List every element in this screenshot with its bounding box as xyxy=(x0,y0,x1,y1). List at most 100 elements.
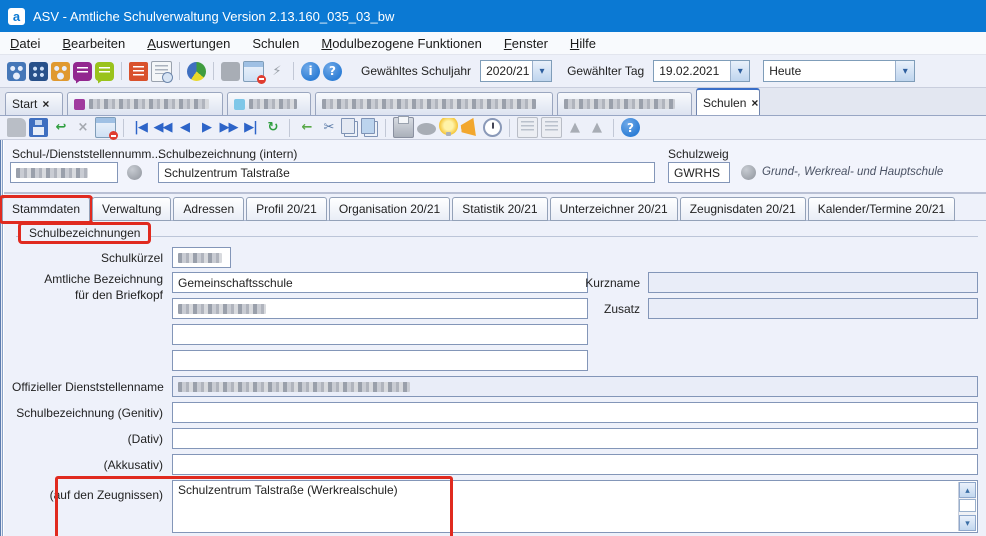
dativ-field[interactable] xyxy=(172,428,978,449)
scroll-down-icon[interactable]: ▾ xyxy=(959,515,976,531)
separator xyxy=(0,192,986,194)
undo-icon[interactable]: ↩ xyxy=(51,118,70,137)
menu-datei[interactable]: Datei xyxy=(10,36,40,51)
journal-disabled-2-icon[interactable] xyxy=(541,117,562,138)
users-group-icon[interactable] xyxy=(7,62,26,81)
genitiv-field[interactable] xyxy=(172,402,978,423)
briefkopf-field-3[interactable] xyxy=(172,324,588,345)
redacted-value xyxy=(178,304,266,314)
chevron-down-icon[interactable]: ▾ xyxy=(730,61,749,81)
report-red-icon[interactable] xyxy=(129,62,148,81)
stamp-disabled-icon[interactable] xyxy=(221,62,240,81)
info-dot-icon[interactable] xyxy=(127,165,142,180)
previous-record-icon[interactable]: ◀ xyxy=(175,118,194,137)
main-toolbar: ⚡i? Gewähltes Schuljahr 2020/21 ▾ Gewähl… xyxy=(0,55,986,88)
fast-backward-icon[interactable]: ◀◀ xyxy=(153,118,172,137)
help-icon[interactable]: ? xyxy=(621,118,640,137)
schoolyear-select[interactable]: 2020/21 ▾ xyxy=(480,60,552,82)
day-select[interactable]: 19.02.2021 ▾ xyxy=(653,60,750,82)
next-record-icon[interactable]: ▶ xyxy=(197,118,216,137)
cut-icon[interactable]: ✂ xyxy=(319,118,338,137)
tab-redacted-3[interactable] xyxy=(315,92,553,115)
menu-fenster[interactable]: Fenster xyxy=(504,36,548,51)
briefkopf-field-1[interactable]: Gemeinschaftsschule xyxy=(172,272,588,293)
info-dot-icon[interactable] xyxy=(741,165,756,180)
print-icon[interactable] xyxy=(393,117,414,138)
delete-disabled-icon[interactable]: × xyxy=(73,118,92,137)
toolbar-separator xyxy=(293,62,294,80)
fast-forward-icon[interactable]: ▶▶ xyxy=(219,118,238,137)
tab-redacted-1[interactable] xyxy=(67,92,223,115)
subtab-adressen[interactable]: Adressen xyxy=(173,197,244,221)
tab-redacted-2[interactable] xyxy=(227,92,311,115)
redacted-tab-label xyxy=(564,99,675,109)
new-record-disabled-icon[interactable] xyxy=(7,118,26,137)
close-tab-icon[interactable]: × xyxy=(42,97,49,111)
close-module-icon[interactable] xyxy=(243,61,264,82)
branch-field[interactable]: GWRHS xyxy=(668,162,730,183)
scroll-up-icon[interactable]: ▴ xyxy=(959,482,976,498)
subtab-zeugnisdaten-20-21[interactable]: Zeugnisdaten 20/21 xyxy=(680,197,806,221)
staff-group-icon[interactable] xyxy=(51,62,70,81)
subtab-wrap: Organisation 20/21 xyxy=(329,197,450,221)
school-building-icon[interactable] xyxy=(29,62,48,81)
help-icon[interactable]: ? xyxy=(323,62,342,81)
schulkuerzel-field[interactable] xyxy=(172,247,231,268)
statistics-pie-icon[interactable] xyxy=(187,62,206,81)
subtab-statistik-20-21[interactable]: Statistik 20/21 xyxy=(452,197,547,221)
menu-schulen[interactable]: Schulen xyxy=(252,36,299,51)
menu-modulbezogene-funktionen[interactable]: Modulbezogene Funktionen xyxy=(321,36,481,51)
quick-action-disabled-icon[interactable]: ⚡ xyxy=(267,62,286,81)
subtab-wrap: Kalender/Termine 20/21 xyxy=(808,197,955,221)
copy-icon[interactable] xyxy=(341,118,355,134)
vertical-scrollbar[interactable]: ▴ ▾ xyxy=(958,482,976,531)
scrollbar-thumb[interactable] xyxy=(959,499,976,512)
first-record-icon[interactable]: |◀ xyxy=(131,118,150,137)
upload-disabled-1-icon[interactable]: ▲ xyxy=(565,118,584,137)
briefkopf-field-4[interactable] xyxy=(172,350,588,371)
paste-icon[interactable] xyxy=(361,118,375,134)
tab-bar: Start× Schulen× xyxy=(0,88,986,116)
reminder-clock-icon[interactable] xyxy=(483,118,502,137)
subtab-organisation-20-21[interactable]: Organisation 20/21 xyxy=(329,197,450,221)
subtab-profil-20-21[interactable]: Profil 20/21 xyxy=(246,197,327,221)
subtab-kalender-termine-20-21[interactable]: Kalender/Termine 20/21 xyxy=(808,197,955,221)
announce-horn-icon[interactable] xyxy=(460,117,481,138)
info-icon[interactable]: i xyxy=(301,62,320,81)
briefkopf-field-2[interactable] xyxy=(172,298,588,319)
subtab-unterzeichner-20-21[interactable]: Unterzeichner 20/21 xyxy=(550,197,678,221)
subtab-stammdaten[interactable]: Stammdaten xyxy=(2,197,90,222)
note-purple-icon[interactable] xyxy=(73,62,92,81)
upload-disabled-2-icon[interactable]: ▲ xyxy=(587,118,606,137)
school-name-field[interactable]: Schulzentrum Talstraße xyxy=(158,162,655,183)
menu-hilfe[interactable]: Hilfe xyxy=(570,36,596,51)
close-tab-icon[interactable]: × xyxy=(751,96,758,110)
export-disabled-icon[interactable] xyxy=(417,123,436,135)
menu-auswertungen[interactable]: Auswertungen xyxy=(147,36,230,51)
chevron-down-icon[interactable]: ▾ xyxy=(895,61,914,81)
akkusativ-field[interactable] xyxy=(172,454,978,475)
tab-redacted-4[interactable] xyxy=(557,92,692,115)
tab-schulen[interactable]: Schulen× xyxy=(696,88,760,115)
refresh-icon[interactable]: ↻ xyxy=(263,118,282,137)
kurzname-field[interactable] xyxy=(648,272,978,293)
tab-start[interactable]: Start× xyxy=(5,92,63,115)
zusatz-field[interactable] xyxy=(648,298,978,319)
tip-bulb-icon[interactable] xyxy=(439,118,458,137)
navigate-back-icon[interactable]: ← xyxy=(297,118,316,137)
day-preset-select[interactable]: Heute ▾ xyxy=(763,60,915,82)
school-name-label: Schulbezeichnung (intern) xyxy=(158,147,297,161)
note-green-icon[interactable] xyxy=(95,62,114,81)
planner-journal-icon[interactable] xyxy=(151,61,172,82)
dienststellenname-field[interactable] xyxy=(172,376,978,397)
detach-view-icon[interactable] xyxy=(95,117,116,138)
menu-bearbeiten[interactable]: Bearbeiten xyxy=(62,36,125,51)
last-record-icon[interactable]: ▶| xyxy=(241,118,260,137)
subtab-verwaltung[interactable]: Verwaltung xyxy=(92,197,171,221)
save-icon[interactable] xyxy=(29,118,48,137)
zeugnisse-textarea[interactable]: Schulzentrum Talstraße (Werkrealschule) … xyxy=(172,480,978,533)
chevron-down-icon[interactable]: ▾ xyxy=(532,61,551,81)
school-number-field[interactable] xyxy=(10,162,118,183)
subtab-wrap: Profil 20/21 xyxy=(246,197,327,221)
journal-disabled-1-icon[interactable] xyxy=(517,117,538,138)
